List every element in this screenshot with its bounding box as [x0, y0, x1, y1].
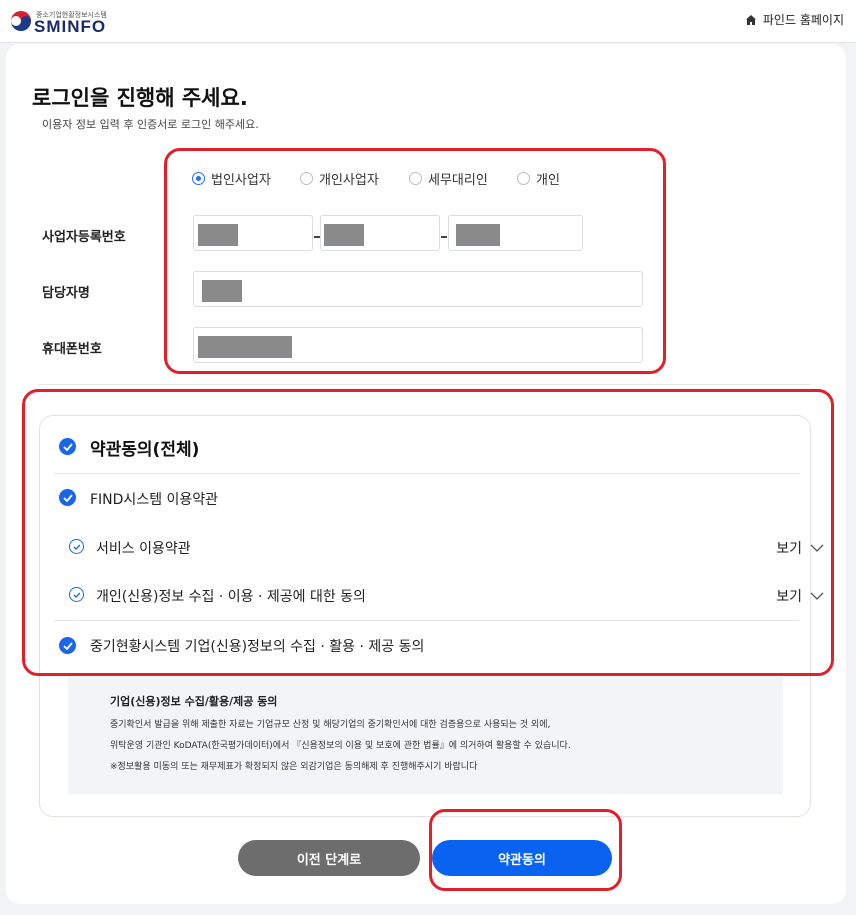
page-subtitle: 이용자 정보 입력 후 인증서로 로그인 해주세요. [42, 118, 259, 131]
radio-corporate-business[interactable]: 법인사업자 [192, 169, 300, 188]
corp-info-consent-label[interactable]: 중기현황시스템 기업(신용)정보의 수집 · 활용 · 제공 동의 [90, 636, 424, 656]
page-title: 로그인을 진행해 주세요. [32, 86, 248, 110]
redaction-mask [456, 224, 500, 246]
find-system-terms-label[interactable]: FIND시스템 이용약관 [90, 489, 218, 509]
redaction-mask [324, 224, 364, 246]
view-label: 보기 [776, 589, 802, 605]
radio-label: 세무대리인 [428, 173, 488, 188]
sminfo-logo[interactable]: 중소기업현황정보시스템 SMINFO [10, 7, 130, 36]
check-all-icon[interactable] [59, 438, 76, 455]
view-service-terms-link[interactable]: 보기 [776, 538, 824, 558]
login-card: 로그인을 진행해 주세요. 이용자 정보 입력 후 인증서로 로그인 해주세요.… [6, 44, 846, 904]
radio-tax-agent[interactable]: 세무대리인 [409, 169, 517, 188]
home-icon [745, 14, 756, 25]
biz-reg-number-label: 사업자등록번호 [42, 230, 126, 245]
redaction-mask [198, 336, 292, 358]
divider [54, 473, 799, 474]
radio-individual[interactable]: 개인 [517, 169, 560, 188]
notice-line: ※정보활용 미동의 또는 재무제표가 확정되지 않은 외감기업은 동의해제 후 … [110, 762, 478, 772]
chevron-down-icon [810, 544, 824, 552]
agree-terms-button[interactable]: 약관동의 [432, 840, 612, 876]
radio-unselected-icon [409, 172, 422, 185]
check-personal-info-icon[interactable] [69, 587, 84, 602]
dash-separator [441, 236, 447, 238]
manager-name-input[interactable] [193, 271, 643, 307]
taeguk-emblem-icon [10, 10, 32, 32]
previous-step-button[interactable]: 이전 단계로 [238, 840, 420, 876]
biz-reg-number-part1[interactable] [193, 215, 313, 251]
divider [38, 384, 810, 385]
find-homepage-link[interactable]: 파인드 홈페이지 [745, 11, 844, 28]
notice-title: 기업(신용)정보 수집/활용/제공 동의 [110, 695, 278, 708]
check-service-terms-icon[interactable] [69, 539, 84, 554]
terms-all-label[interactable]: 약관동의(전체) [90, 435, 199, 460]
radio-selected-icon [192, 172, 205, 185]
biz-reg-number-part3[interactable] [448, 215, 583, 251]
user-type-radio-group: 법인사업자 개인사업자 세무대리인 개인 [192, 169, 560, 188]
notice-line: 위탁운영 기관인 KoDATA(한국평가데이터)에서 『신용정보의 이용 및 보… [110, 741, 571, 751]
personal-info-consent-label[interactable]: 개인(신용)정보 수집 · 이용 · 제공에 대한 동의 [96, 586, 366, 606]
check-corp-info-icon[interactable] [59, 637, 76, 654]
check-find-terms-icon[interactable] [59, 489, 76, 506]
home-link-label: 파인드 홈페이지 [762, 13, 844, 27]
view-label: 보기 [776, 541, 802, 557]
top-bar: 중소기업현황정보시스템 SMINFO 파인드 홈페이지 [0, 0, 856, 43]
view-personal-info-link[interactable]: 보기 [776, 586, 824, 606]
corp-info-notice-box: 기업(신용)정보 수집/활용/제공 동의 중기확인서 발급을 위해 제출한 자료… [68, 677, 783, 794]
logo-text: SMINFO [34, 17, 107, 36]
chevron-down-icon [810, 592, 824, 600]
radio-label: 법인사업자 [211, 173, 271, 188]
manager-name-label: 담당자명 [42, 286, 90, 301]
redaction-mask [198, 224, 238, 246]
redaction-mask [202, 280, 242, 302]
divider [54, 620, 799, 621]
radio-label: 개인사업자 [319, 173, 379, 188]
radio-individual-business[interactable]: 개인사업자 [300, 169, 409, 188]
service-terms-label[interactable]: 서비스 이용약관 [96, 538, 191, 558]
phone-number-label: 휴대폰번호 [42, 342, 102, 357]
radio-unselected-icon [300, 172, 313, 185]
radio-unselected-icon [517, 172, 530, 185]
notice-line: 중기확인서 발급을 위해 제출한 자료는 기업규모 산정 및 해당기업의 중기확… [110, 720, 551, 730]
radio-label: 개인 [536, 173, 560, 188]
phone-number-input[interactable] [193, 327, 643, 363]
biz-reg-number-part2[interactable] [320, 215, 440, 251]
